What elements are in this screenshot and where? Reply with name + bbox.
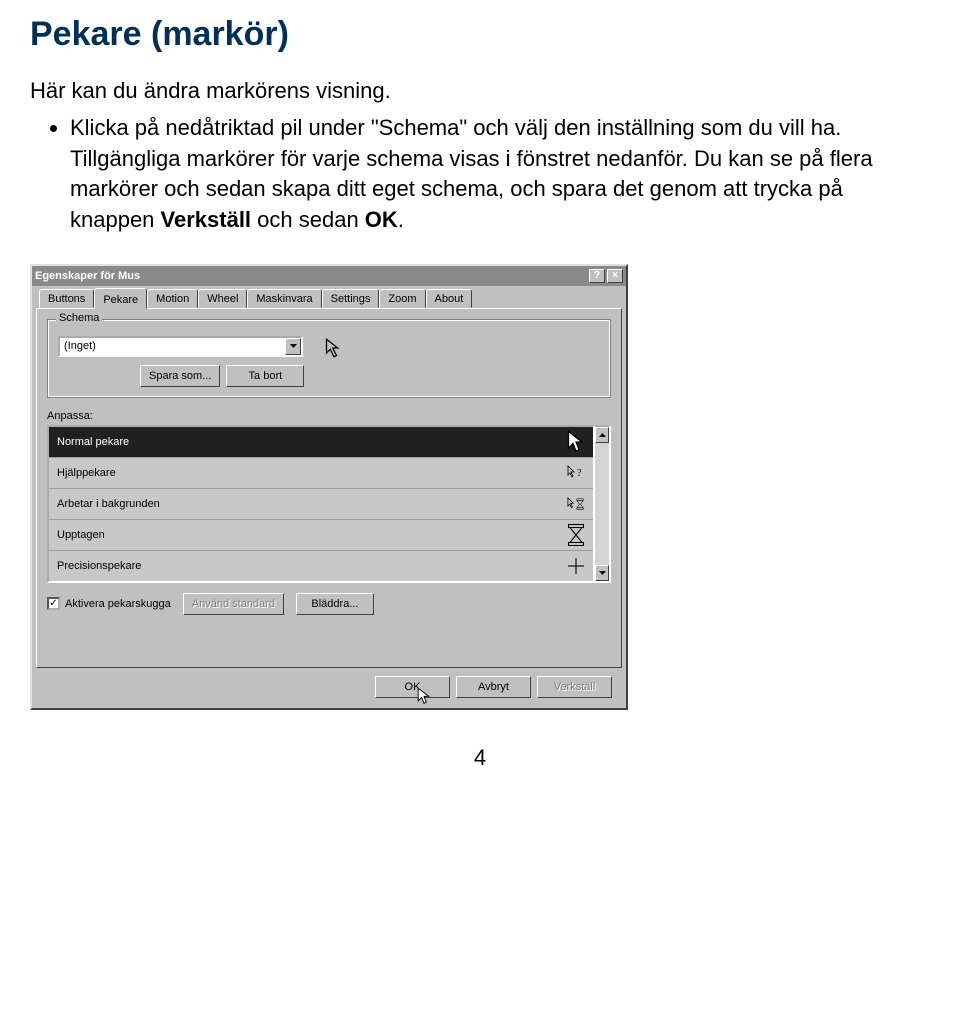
schema-groupbox: Schema (Inget) Spara som... T — [47, 319, 611, 398]
use-default-button[interactable]: Använd standard — [183, 593, 284, 615]
help-button[interactable]: ? — [589, 269, 605, 283]
list-item[interactable]: Hjälppekare ? — [49, 458, 593, 489]
tab-motion[interactable]: Motion — [147, 289, 198, 308]
list-item[interactable]: Upptagen — [49, 520, 593, 551]
scroll-down-icon[interactable] — [595, 565, 609, 581]
intro-text: Här kan du ändra markörens visning. — [30, 76, 930, 107]
instruction-mid: och sedan — [251, 207, 365, 232]
help-cursor-icon: ? — [567, 464, 585, 482]
list-scrollbar[interactable] — [595, 425, 611, 583]
titlebar[interactable]: Egenskaper för Mus ? × — [32, 266, 626, 286]
tab-settings[interactable]: Settings — [322, 289, 380, 308]
tab-pekare[interactable]: Pekare — [94, 288, 147, 309]
list-item[interactable]: Precisionspekare — [49, 551, 593, 582]
mouse-cursor-icon — [417, 687, 431, 701]
tab-buttons[interactable]: Buttons — [39, 289, 94, 308]
list-item-label: Hjälppekare — [57, 467, 116, 479]
instruction-end: . — [398, 207, 404, 232]
scroll-up-icon[interactable] — [595, 427, 609, 443]
instruction-bold-apply: Verkställ — [161, 207, 252, 232]
svg-text:?: ? — [577, 468, 582, 479]
list-item[interactable]: Normal pekare — [49, 427, 593, 458]
checkbox-label: Aktivera pekarskugga — [65, 598, 171, 610]
list-item-label: Normal pekare — [57, 436, 129, 448]
anpassa-label: Anpassa: — [47, 410, 611, 422]
mouse-properties-dialog: Egenskaper för Mus ? × Buttons Pekare Mo… — [30, 264, 628, 710]
instruction-list: Klicka på nedåtriktad pil under "Schema"… — [30, 113, 930, 236]
cursor-list[interactable]: Normal pekare Hjälppekare ? — [47, 425, 595, 583]
dropdown-arrow-icon[interactable] — [285, 338, 301, 355]
list-item-label: Upptagen — [57, 529, 105, 541]
list-item-label: Precisionspekare — [57, 560, 141, 572]
cursor-preview-icon — [324, 338, 344, 358]
browse-button[interactable]: Bläddra... — [296, 593, 374, 615]
tab-panel: Schema (Inget) Spara som... T — [36, 308, 622, 668]
dialog-title: Egenskaper för Mus — [35, 270, 140, 282]
ok-button[interactable]: OK — [375, 676, 450, 698]
list-item-label: Arbetar i bakgrunden — [57, 498, 160, 510]
tab-strip: Buttons Pekare Motion Wheel Maskinvara S… — [36, 288, 622, 308]
arrow-cursor-icon — [567, 433, 585, 451]
close-button[interactable]: × — [607, 269, 623, 283]
busy-cursor-icon — [567, 495, 585, 513]
shadow-checkbox[interactable]: ✓ Aktivera pekarskugga — [47, 597, 171, 610]
instruction-item: Klicka på nedåtriktad pil under "Schema"… — [70, 113, 930, 236]
schema-dropdown[interactable]: (Inget) — [58, 336, 303, 357]
page-number: 4 — [30, 745, 930, 771]
cancel-button[interactable]: Avbryt — [456, 676, 531, 698]
tab-maskinvara[interactable]: Maskinvara — [247, 289, 321, 308]
save-as-button[interactable]: Spara som... — [140, 365, 220, 387]
tab-wheel[interactable]: Wheel — [198, 289, 247, 308]
instruction-bold-ok: OK — [365, 207, 398, 232]
hourglass-icon — [567, 526, 585, 544]
tab-zoom[interactable]: Zoom — [379, 289, 425, 308]
delete-button[interactable]: Ta bort — [226, 365, 304, 387]
schema-value: (Inget) — [60, 338, 285, 354]
tab-about[interactable]: About — [426, 289, 473, 308]
crosshair-icon — [567, 557, 585, 575]
apply-button[interactable]: Verkställ — [537, 676, 612, 698]
page-title: Pekare (markör) — [30, 15, 930, 54]
checkbox-icon[interactable]: ✓ — [47, 597, 60, 610]
list-item[interactable]: Arbetar i bakgrunden — [49, 489, 593, 520]
schema-legend: Schema — [56, 312, 102, 324]
